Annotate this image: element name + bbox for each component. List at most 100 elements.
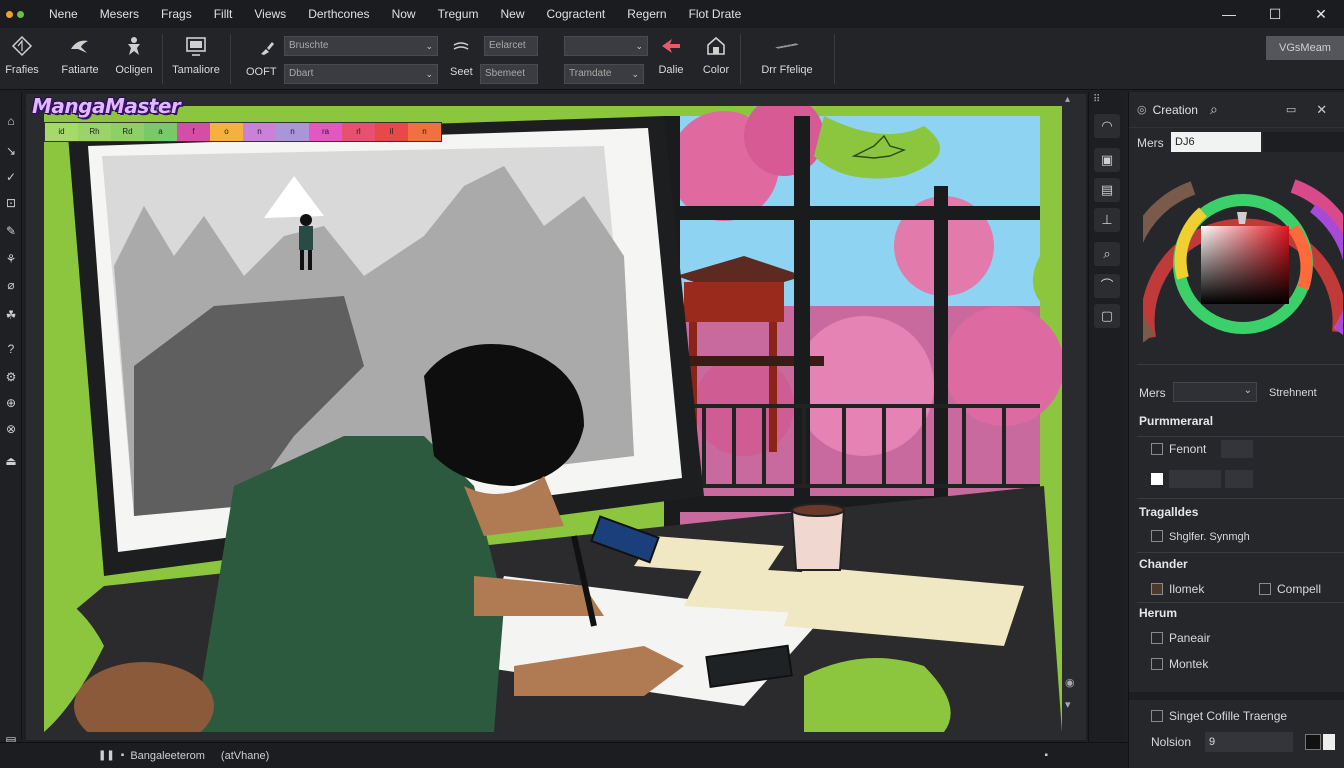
scroll-up-icon[interactable]: ▴ (1065, 94, 1070, 105)
toolbar-color-button[interactable]: Color (686, 34, 746, 76)
checkbox[interactable] (1151, 473, 1163, 485)
fenont-option[interactable]: Fenont (1151, 442, 1206, 456)
fill-swatch-option[interactable] (1151, 472, 1169, 486)
menu-item[interactable]: Regern (616, 0, 677, 28)
color-swatch[interactable]: Rd (111, 123, 144, 141)
close-button[interactable]: ✕ (1298, 0, 1344, 28)
eraser-tool-icon[interactable]: ⌀ (2, 276, 20, 294)
hook-tool-icon[interactable]: ? (2, 340, 20, 358)
smudge-tool-icon[interactable]: ☘ (2, 306, 20, 324)
trash-icon[interactable]: ▪ (1044, 750, 1048, 761)
menu-item[interactable]: Cogractent (536, 0, 617, 28)
notion-input[interactable]: 9 (1205, 732, 1293, 752)
blank-select[interactable]: ⌄ (564, 36, 648, 56)
lines-icon[interactable] (448, 36, 474, 60)
stamp-icon[interactable]: ⊥ (1094, 208, 1120, 232)
search-icon[interactable]: ⌕ (1210, 101, 1218, 118)
layers-icon[interactable]: ▣ (1094, 148, 1120, 172)
color-swatch[interactable]: o (210, 123, 243, 141)
checkbox[interactable] (1259, 583, 1271, 595)
fenont-value-field[interactable] (1221, 440, 1253, 458)
layer-tool-icon[interactable]: ⏏ (2, 452, 20, 470)
montek-option[interactable]: Montek (1151, 657, 1208, 671)
search-icon[interactable]: ⌕ (1094, 242, 1120, 266)
lasso-tool-icon[interactable]: ↘ (2, 142, 20, 160)
artwork-canvas[interactable] (44, 106, 1062, 732)
frame-tool-icon[interactable]: ⊡ (2, 194, 20, 212)
close-icon[interactable]: ✕ (1316, 102, 1327, 118)
window-dot[interactable] (6, 10, 13, 18)
menu-item[interactable]: Mesers (89, 0, 150, 28)
folder-icon[interactable]: ▤ (1094, 178, 1120, 202)
menu-item[interactable]: Derthcones (297, 0, 380, 28)
menu-item[interactable]: Now (381, 0, 427, 28)
canvas-area[interactable] (26, 94, 1086, 740)
color-swatch[interactable]: n (243, 123, 276, 141)
brush-select[interactable]: Bruschte ⌄ (284, 36, 438, 56)
brush-tool-icon[interactable] (254, 36, 280, 60)
compell-option[interactable]: Compell (1259, 582, 1321, 596)
toolbar-ocligen-button[interactable]: Ocligen (104, 34, 164, 76)
minimize-button[interactable]: — (1206, 0, 1252, 28)
color-swatch[interactable]: n (408, 123, 441, 141)
transform-tool-icon[interactable]: ⊗ (2, 420, 20, 438)
lines-field[interactable]: Eelarcet (484, 36, 538, 56)
menu-item[interactable]: Nene (38, 0, 89, 28)
menu-item[interactable]: Tregum (427, 0, 490, 28)
brush-tool-icon[interactable]: ✎ (2, 222, 20, 240)
zoom-icon[interactable]: ◉ (1065, 676, 1075, 689)
menu-item[interactable]: Fillt (203, 0, 244, 28)
color-swatch[interactable]: ra (309, 123, 342, 141)
color-swatch[interactable]: il (375, 123, 408, 141)
color-swatch[interactable]: a (144, 123, 177, 141)
eye-icon[interactable]: ◠ (1094, 114, 1120, 138)
name-input[interactable]: DJ6 (1171, 132, 1261, 152)
menu-item[interactable]: New (489, 0, 535, 28)
menu-item[interactable]: Frags (150, 0, 203, 28)
checkbox[interactable] (1151, 710, 1163, 722)
color-swatch[interactable]: Rh (78, 123, 111, 141)
singet-option[interactable]: Singet Cofille Traenge (1151, 709, 1287, 723)
ooft-select[interactable]: Dbart ⌄ (284, 64, 438, 84)
target-tool-icon[interactable]: ⊕ (2, 394, 20, 412)
checkbox[interactable] (1151, 443, 1163, 455)
panel-grip-icon[interactable]: ⠿ (1093, 94, 1100, 105)
seet-field[interactable]: Sbemeet (480, 64, 538, 84)
tram-select[interactable]: Tramdate ⌄ (564, 64, 644, 84)
checkbox[interactable] (1151, 632, 1163, 644)
toolbar-drr-button[interactable]: Drr Ffeliqe (752, 34, 822, 76)
paneair-option[interactable]: Paneair (1151, 631, 1210, 645)
menu-item[interactable]: Views (243, 0, 297, 28)
menu-item[interactable]: Flot Drate (678, 0, 753, 28)
chat-icon[interactable]: ▢ (1094, 304, 1120, 328)
toolbar-frafies-button[interactable]: Frafies (0, 34, 52, 76)
checkbox[interactable] (1151, 658, 1163, 670)
maximize-button[interactable]: ☐ (1252, 0, 1298, 28)
notion-toggle[interactable] (1323, 734, 1335, 750)
color-swatch[interactable]: f (177, 123, 210, 141)
notion-color-swatch[interactable] (1305, 734, 1321, 750)
scroll-down-icon[interactable]: ▾ (1065, 698, 1071, 711)
pause-icon[interactable]: ❚❚ (98, 750, 115, 761)
toolbar-tamaliore-button[interactable]: Tamaliore (166, 34, 226, 76)
mers-select[interactable]: ⌄ (1173, 382, 1257, 402)
preferences-box[interactable]: VGsMeam (1266, 36, 1344, 60)
selection-tool-icon[interactable]: ⌂ (2, 112, 20, 130)
pen-tool-icon[interactable]: ✓ (2, 168, 20, 186)
fill-stepper[interactable] (1225, 470, 1253, 488)
fill-tool-icon[interactable]: ⚘ (2, 250, 20, 268)
curve-icon[interactable]: ⌒ (1094, 274, 1120, 298)
color-swatch[interactable]: id (45, 123, 78, 141)
fill-value-field[interactable] (1169, 470, 1221, 488)
ilomek-option[interactable]: Ilomek (1151, 582, 1204, 596)
color-swatch[interactable]: n (276, 123, 309, 141)
shapes-option[interactable]: Shglfer. Synmgh (1151, 530, 1250, 543)
checkbox[interactable] (1151, 583, 1163, 595)
window-dot[interactable] (17, 10, 24, 18)
gear-icon[interactable]: ⚙ (2, 368, 20, 386)
checkbox[interactable] (1151, 530, 1163, 542)
color-swatch[interactable]: rl (342, 123, 375, 141)
color-wheel[interactable] (1121, 168, 1344, 344)
popout-icon[interactable]: ▭ (1286, 103, 1296, 116)
toolbar-fatiarte-button[interactable]: Fatiarte (50, 34, 110, 76)
